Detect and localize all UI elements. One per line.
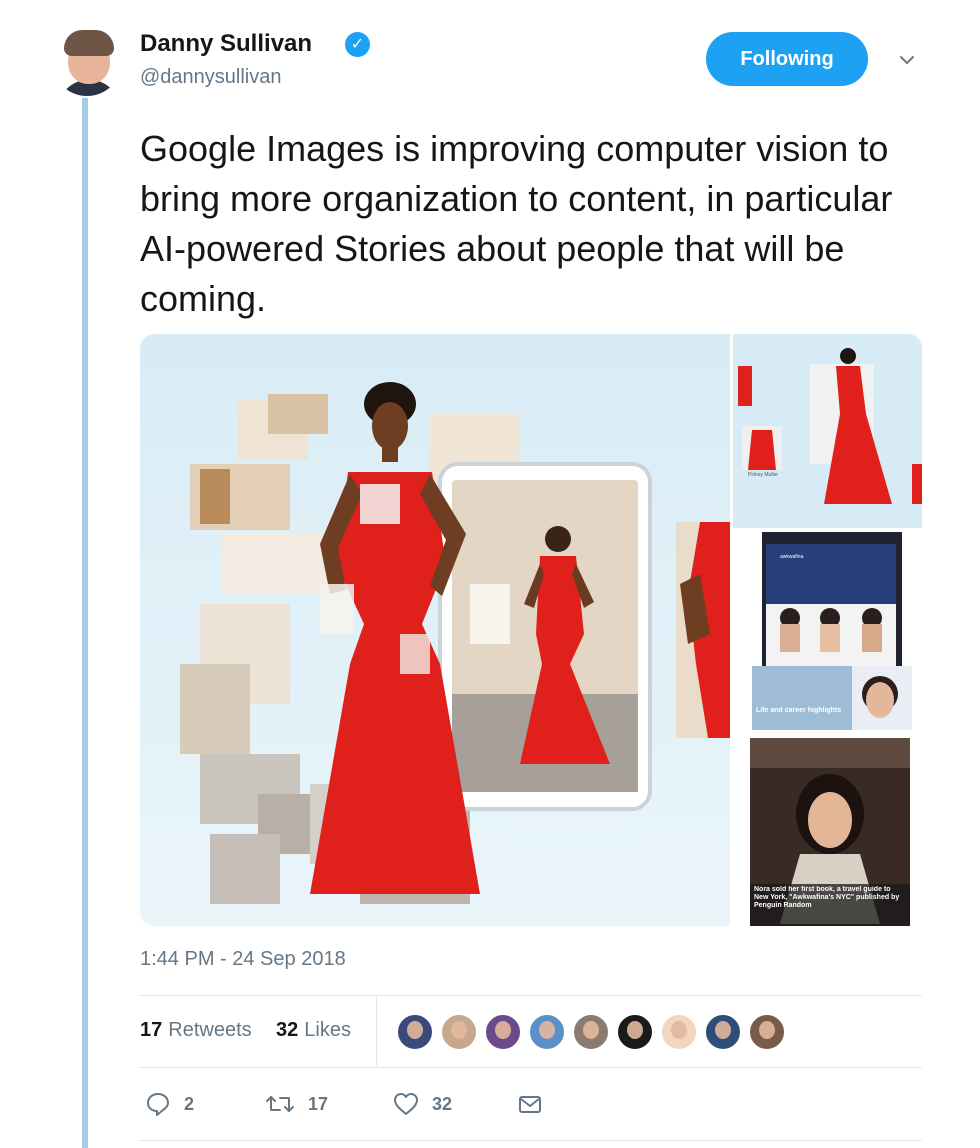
- liker-avatar-7[interactable]: [660, 1013, 698, 1051]
- verified-badge-icon: ✓: [345, 32, 370, 57]
- like-button[interactable]: 32: [392, 1088, 452, 1120]
- thread-connector-line: [82, 96, 88, 1148]
- like-count: 32: [432, 1093, 453, 1114]
- direct-message-button[interactable]: [516, 1088, 544, 1120]
- retweet-count: 17: [308, 1093, 329, 1114]
- tweet-media[interactable]: Pinkey Muller awkwafina Life and career …: [140, 334, 922, 926]
- liker-avatar-1[interactable]: [396, 1013, 434, 1051]
- reply-button[interactable]: 2: [144, 1088, 194, 1120]
- liker-avatar-9[interactable]: [748, 1013, 786, 1051]
- retweet-icon: [266, 1096, 294, 1112]
- retweet-button[interactable]: 17: [264, 1088, 328, 1120]
- reply-count: 2: [184, 1093, 195, 1114]
- author-name[interactable]: Danny Sullivan: [140, 30, 312, 58]
- author-avatar[interactable]: [50, 24, 124, 98]
- chevron-down-icon[interactable]: [897, 50, 917, 70]
- liker-avatar-2[interactable]: [440, 1013, 478, 1051]
- media-photo-collage: Pinkey Muller awkwafina Life and career …: [140, 334, 922, 926]
- liker-avatar-4[interactable]: [528, 1013, 566, 1051]
- divider-top: [140, 995, 922, 996]
- likes-stat[interactable]: 32 Likes: [276, 1019, 351, 1042]
- retweets-label: Retweets: [168, 1019, 252, 1041]
- author-handle[interactable]: @dannysullivan: [140, 66, 282, 89]
- envelope-icon: [519, 1096, 541, 1113]
- tweet-text: Google Images is improving computer visi…: [140, 128, 893, 319]
- divider-footer: [140, 1140, 922, 1141]
- svg-text:awkwafina: awkwafina: [780, 554, 804, 560]
- svg-text:Pinkey Muller: Pinkey Muller: [748, 472, 778, 478]
- retweets-count: 17: [140, 1019, 163, 1041]
- liker-avatar-8[interactable]: [704, 1013, 742, 1051]
- divider-bottom: [140, 1067, 922, 1068]
- tweet-timestamp[interactable]: 1:44 PM - 24 Sep 2018: [140, 948, 346, 971]
- liker-avatar-6[interactable]: [616, 1013, 654, 1051]
- liker-avatar-5[interactable]: [572, 1013, 610, 1051]
- reply-icon: [147, 1093, 169, 1116]
- heart-icon: [394, 1093, 418, 1115]
- likes-label: Likes: [304, 1019, 351, 1041]
- liker-avatar-3[interactable]: [484, 1013, 522, 1051]
- following-button[interactable]: Following: [706, 32, 868, 86]
- stats-divider: [376, 996, 377, 1066]
- retweets-stat[interactable]: 17 Retweets: [140, 1019, 252, 1042]
- likes-count: 32: [276, 1019, 299, 1041]
- svg-text:Life and career highlights: Life and career highlights: [756, 707, 841, 714]
